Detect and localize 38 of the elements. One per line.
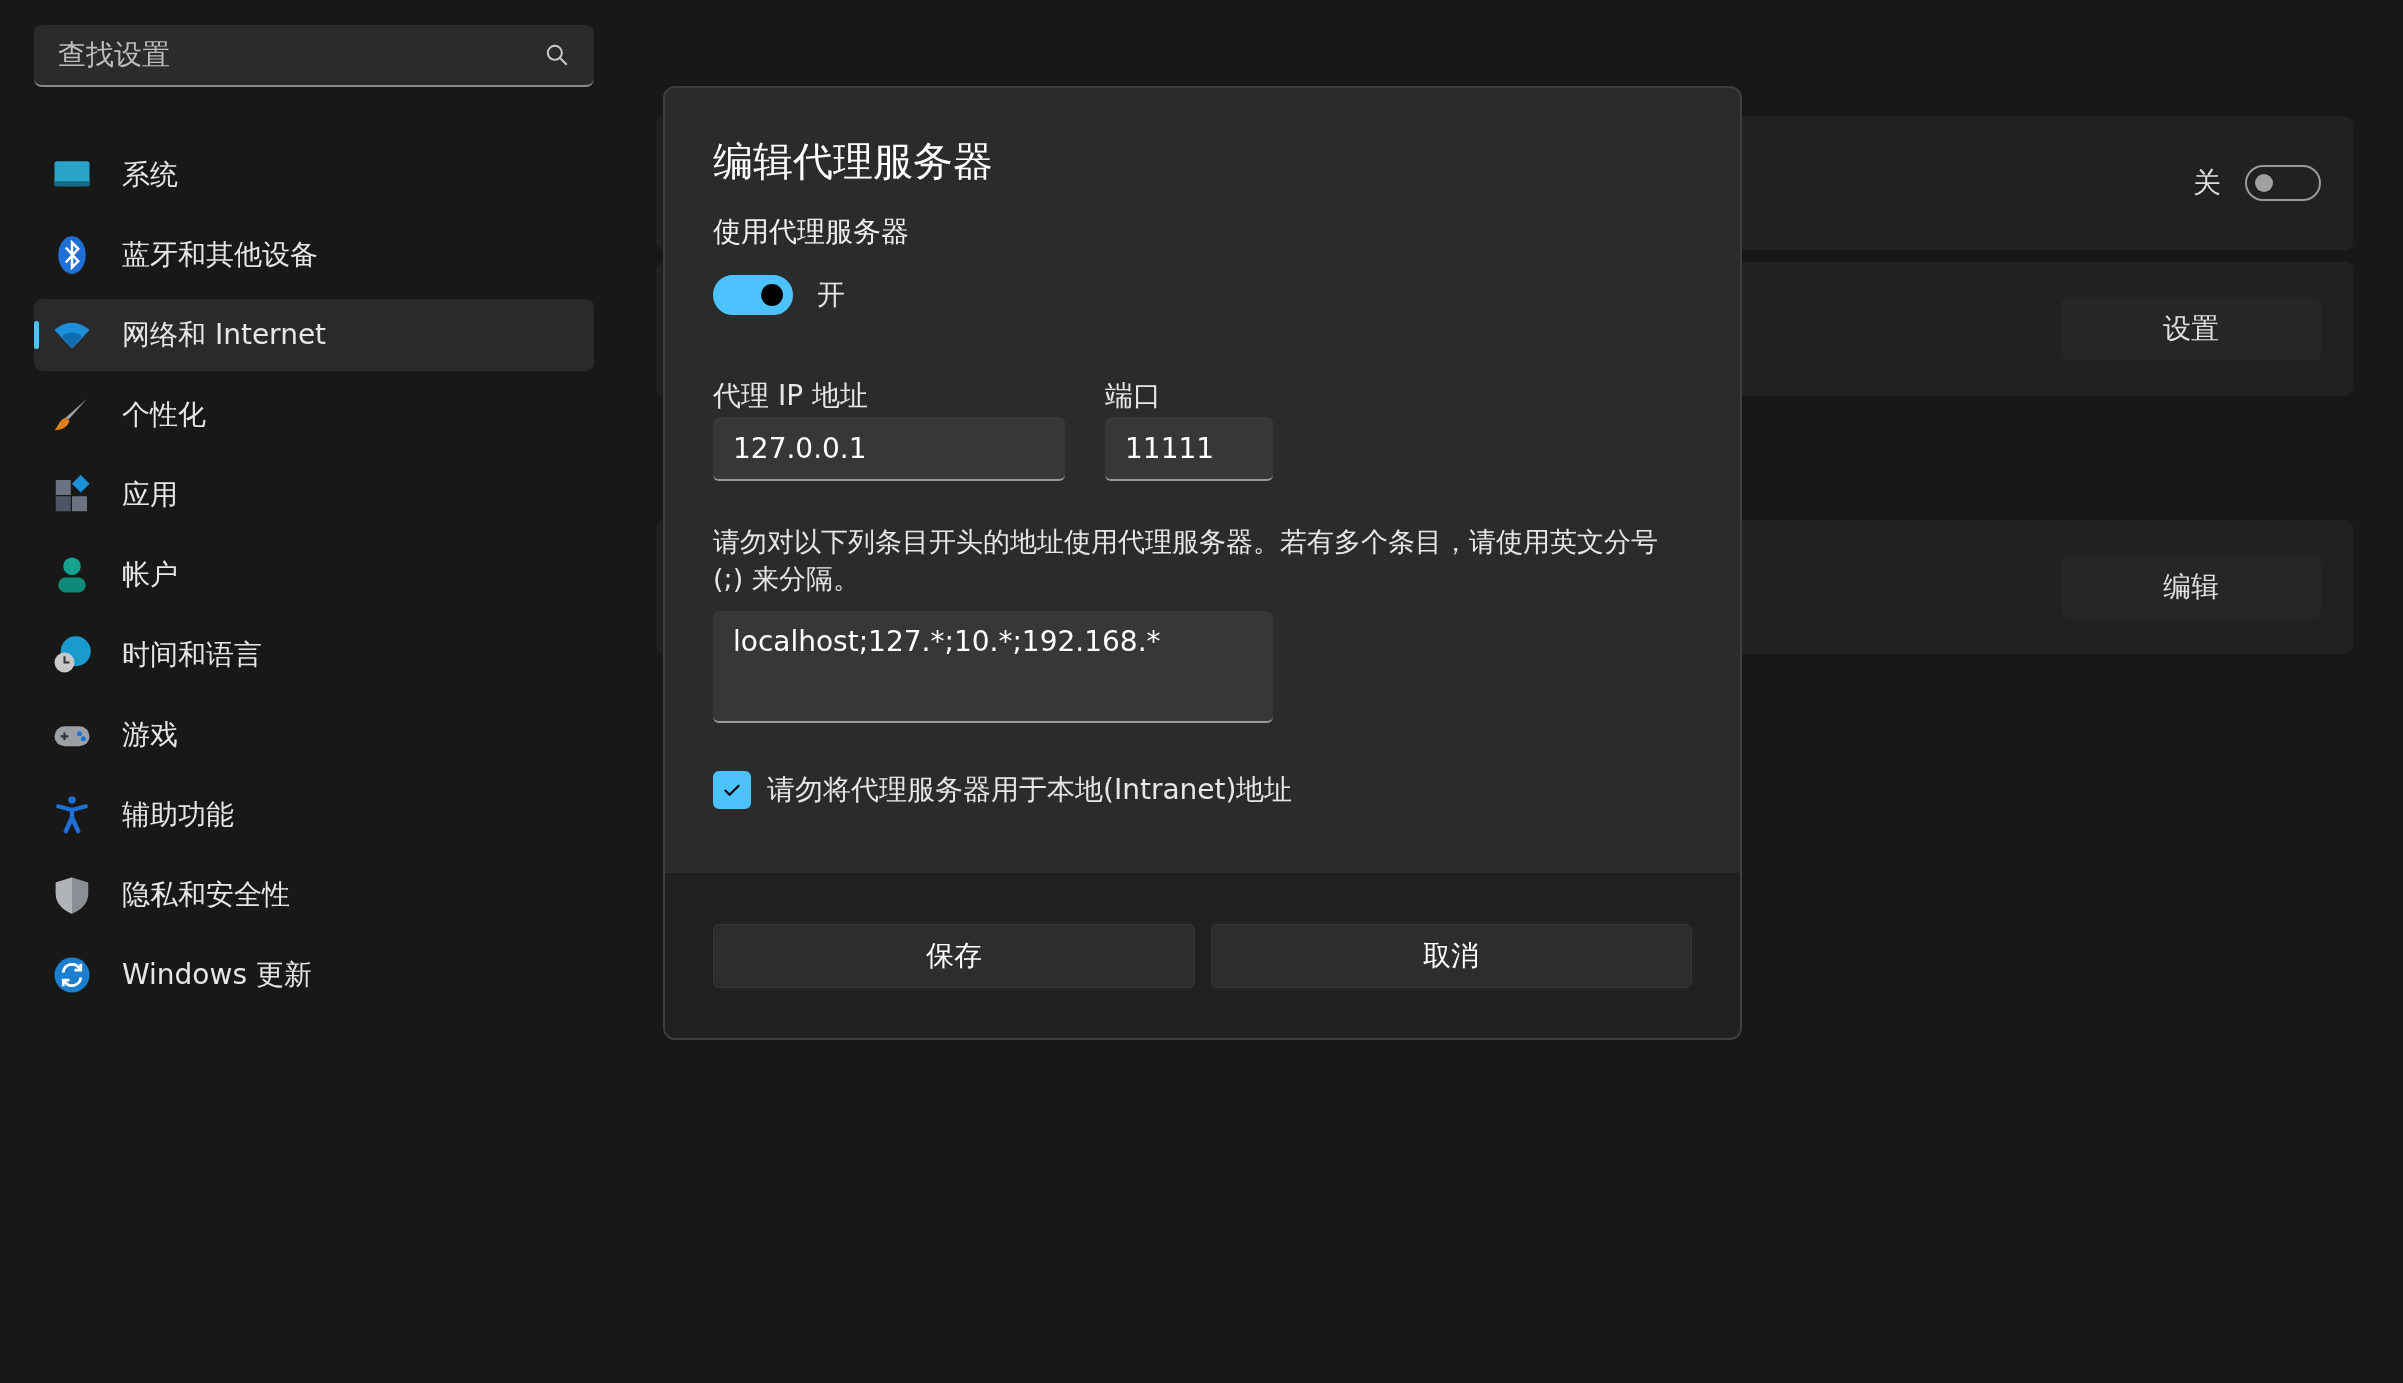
sidebar-item[interactable]: 隐私和安全性 — [34, 859, 594, 931]
checkbox-label: 请勿将代理服务器用于本地(Intranet)地址 — [767, 772, 1293, 808]
field-value: 11111 — [1125, 431, 1215, 465]
search-icon — [544, 42, 570, 68]
sidebar-item[interactable]: 游戏 — [34, 699, 594, 771]
toggle-switch[interactable] — [713, 275, 793, 315]
sidebar-item[interactable]: 个性化 — [34, 379, 594, 451]
field-value: localhost;127.*;10.*;192.168.* — [733, 625, 1161, 658]
card-button[interactable]: 设置 — [2061, 297, 2321, 361]
toggle-heading: 使用代理服务器 — [713, 214, 910, 250]
cancel-button[interactable]: 取消 — [1210, 923, 1692, 988]
sidebar-item[interactable]: 辅助功能 — [34, 779, 594, 851]
description-text: 请勿对以下列条目开头的地址使用代理服务器。若有多个条目，请使用英文分号 (;) 来分隔。 — [713, 525, 1659, 596]
dialog-title: 编辑代理服务器 — [713, 137, 994, 186]
update-icon — [52, 955, 92, 995]
selection-indicator — [34, 321, 39, 349]
card-button[interactable]: 编辑 — [2061, 555, 2321, 619]
search-placeholder: 查找设置 — [58, 37, 170, 73]
sidebar-item[interactable]: 系统 — [34, 139, 594, 211]
field-label: 端口 — [1105, 378, 1162, 414]
save-button[interactable]: 保存 — [713, 923, 1195, 988]
toggle-label: 开 — [817, 277, 845, 313]
toggle-switch[interactable] — [2245, 165, 2321, 201]
sidebar-item[interactable]: 蓝牙和其他设备 — [34, 219, 594, 291]
sidebar-item[interactable]: 网络和 Internet — [34, 299, 594, 371]
sidebar-item[interactable]: 帐户 — [34, 539, 594, 611]
globe-clock-icon — [52, 635, 92, 675]
checkbox[interactable] — [713, 771, 751, 809]
input-field[interactable]: 11111 — [1105, 417, 1273, 481]
text-area[interactable]: localhost;127.*;10.*;192.168.* — [713, 611, 1273, 723]
input-field[interactable]: 127.0.0.1 — [713, 417, 1065, 481]
field-label: 代理 IP 地址 — [713, 378, 869, 414]
sidebar-item[interactable]: Windows 更新 — [34, 939, 594, 1011]
field-value: 127.0.0.1 — [733, 431, 867, 465]
search-field[interactable]: 查找设置 — [34, 25, 594, 87]
toggle-label: 关 — [2193, 165, 2221, 201]
sidebar-item[interactable]: 应用 — [34, 459, 594, 531]
sidebar-item[interactable]: 时间和语言 — [34, 619, 594, 691]
